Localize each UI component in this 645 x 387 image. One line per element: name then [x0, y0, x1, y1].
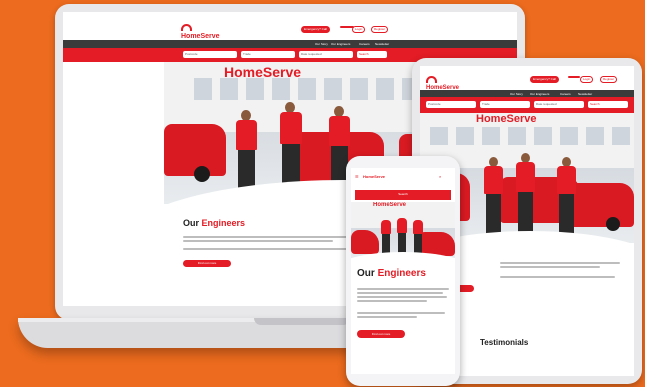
hero-image: HomeServe: [351, 202, 455, 260]
body-text: [183, 248, 353, 250]
engineer-1: [236, 120, 257, 150]
trade-select[interactable]: Trade: [480, 101, 530, 108]
nav-our-story[interactable]: Our Story: [315, 42, 328, 46]
house-roof-icon: [181, 24, 192, 31]
search-icon[interactable]: ⌕: [439, 174, 441, 179]
date-input[interactable]: Date requested: [534, 101, 584, 108]
body-text: [500, 262, 620, 264]
find-out-more-button[interactable]: Find out more: [183, 260, 231, 267]
register-button[interactable]: Register: [600, 76, 618, 83]
van-wheel: [194, 166, 210, 182]
engineer-2: [280, 112, 302, 144]
trade-select[interactable]: Trade: [241, 51, 295, 58]
search-panel: Search: [355, 190, 451, 200]
engineer-2: [516, 162, 535, 192]
engineer-3: [557, 166, 576, 194]
body-text: [357, 296, 447, 298]
nav-newsletter[interactable]: Newsletter: [375, 42, 389, 46]
body-text: [183, 236, 358, 238]
search-button[interactable]: Search: [355, 192, 451, 196]
nav-newsletter[interactable]: Newsletter: [578, 92, 592, 96]
engineer-1: [484, 166, 503, 194]
nav-our-engineers[interactable]: Our Engineers: [331, 42, 350, 46]
engineer-legs: [559, 194, 574, 234]
homeserve-logo[interactable]: HomeServe: [426, 76, 459, 91]
body-text: [357, 316, 417, 318]
testimonials-heading: Testimonials: [480, 338, 529, 347]
section-heading: Our Engineers: [357, 268, 426, 279]
body-text: [357, 288, 449, 290]
find-out-more-button[interactable]: Find out more: [357, 330, 405, 338]
postcode-input[interactable]: Postcode: [183, 51, 237, 58]
engineer-legs: [414, 234, 422, 254]
body-text: [500, 276, 615, 278]
van-wheel: [606, 217, 620, 231]
login-button[interactable]: Login: [580, 76, 594, 83]
heading-accent: Engineers: [377, 268, 426, 279]
trackpad-notch: [254, 318, 350, 325]
house-roof-icon: [426, 76, 437, 83]
emergency-call-button[interactable]: Emergency? Call: [301, 26, 330, 33]
engineer-3: [413, 220, 423, 234]
postcode-input[interactable]: Postcode: [426, 101, 476, 108]
engineer-2: [397, 218, 407, 233]
nav-our-story[interactable]: Our Story: [510, 92, 523, 96]
body-text: [183, 240, 333, 242]
building-sign: HomeServe: [476, 113, 537, 125]
van-left: [351, 230, 379, 254]
menu-icon[interactable]: ☰: [355, 174, 359, 179]
top-nav: Our Story Our Engineers Careers Newslett…: [420, 90, 634, 97]
heading-plain: Our: [183, 218, 200, 228]
nav-our-engineers[interactable]: Our Engineers: [530, 92, 549, 96]
engineer-legs: [518, 192, 533, 236]
search-button[interactable]: Search: [588, 101, 628, 108]
menu-button[interactable]: [568, 76, 580, 78]
register-button[interactable]: Register: [371, 26, 389, 33]
phone-screen: ☰ HomeServe ⌕ Search HomeServe Our Engin…: [351, 168, 455, 374]
homeserve-logo[interactable]: HomeServe: [363, 174, 385, 179]
homeserve-logo[interactable]: HomeServe: [181, 24, 220, 40]
logo-text: HomeServe: [181, 33, 220, 40]
engineer-3: [329, 116, 350, 146]
engineer-legs: [486, 194, 501, 234]
login-button[interactable]: Login: [352, 26, 366, 33]
heading-plain: Our: [357, 268, 375, 279]
body-text: [357, 300, 427, 302]
search-bar: Postcode Trade Date requested Search: [420, 97, 634, 113]
building-sign: HomeServe: [373, 202, 407, 208]
nav-careers[interactable]: Careers: [560, 92, 571, 96]
search-button[interactable]: Search: [357, 51, 387, 58]
body-text: [500, 266, 600, 268]
body-text: [357, 292, 443, 294]
heading-accent: Engineers: [201, 218, 246, 228]
body-text: [357, 312, 445, 314]
section-heading: Our Engineers: [183, 218, 245, 228]
engineer-1: [381, 220, 391, 234]
emergency-call-button[interactable]: Emergency? Call: [530, 76, 559, 83]
engineer-legs: [382, 234, 390, 254]
nav-careers[interactable]: Careers: [359, 42, 370, 46]
top-nav: Our Story Our Engineers Careers Newslett…: [63, 40, 517, 48]
building-windows: [430, 127, 630, 145]
date-input[interactable]: Date requested: [299, 51, 353, 58]
van-right: [570, 183, 634, 227]
building-sign: HomeServe: [224, 64, 302, 80]
engineer-legs: [398, 233, 406, 254]
